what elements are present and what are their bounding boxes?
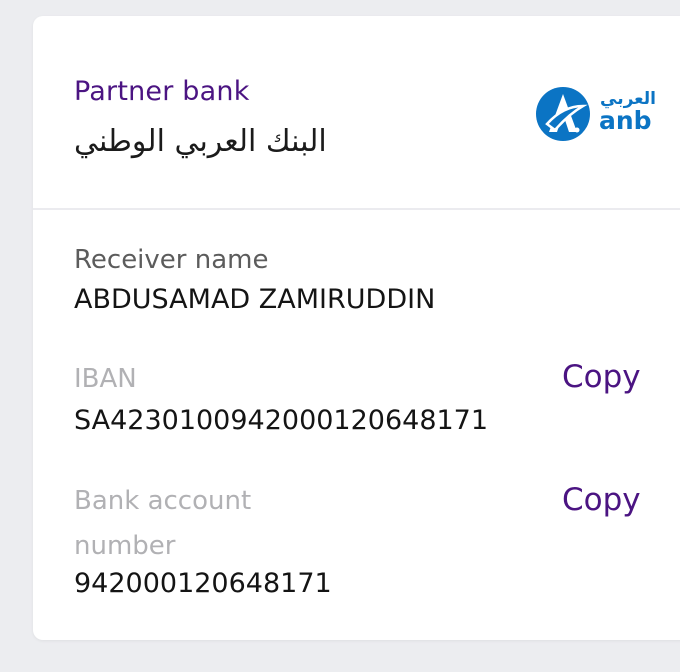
anb-logo: العربي anb — [533, 84, 656, 144]
logo-latin-text: anb — [599, 106, 652, 135]
account-number-label-line2: number — [74, 531, 176, 561]
receiver-name-value: ABDUSAMAD ZAMIRUDDIN — [74, 284, 436, 315]
section-divider — [33, 208, 680, 210]
copy-account-number-button[interactable]: Copy — [562, 482, 641, 518]
copy-iban-button[interactable]: Copy — [562, 359, 641, 395]
partner-bank-name: البنك العربي الوطني — [74, 124, 327, 159]
account-number-value: 942000120648171 — [74, 568, 332, 599]
account-number-label-line1: Bank account — [74, 486, 252, 516]
iban-value: SA4230100942000120648171 — [74, 405, 489, 436]
iban-label: IBAN — [74, 364, 137, 394]
anb-logo-icon — [536, 87, 590, 141]
receiver-name-label: Receiver name — [74, 245, 269, 275]
bank-transfer-card: Partner bank البنك العربي الوطني العربي … — [33, 16, 680, 640]
partner-bank-label: Partner bank — [74, 76, 250, 107]
